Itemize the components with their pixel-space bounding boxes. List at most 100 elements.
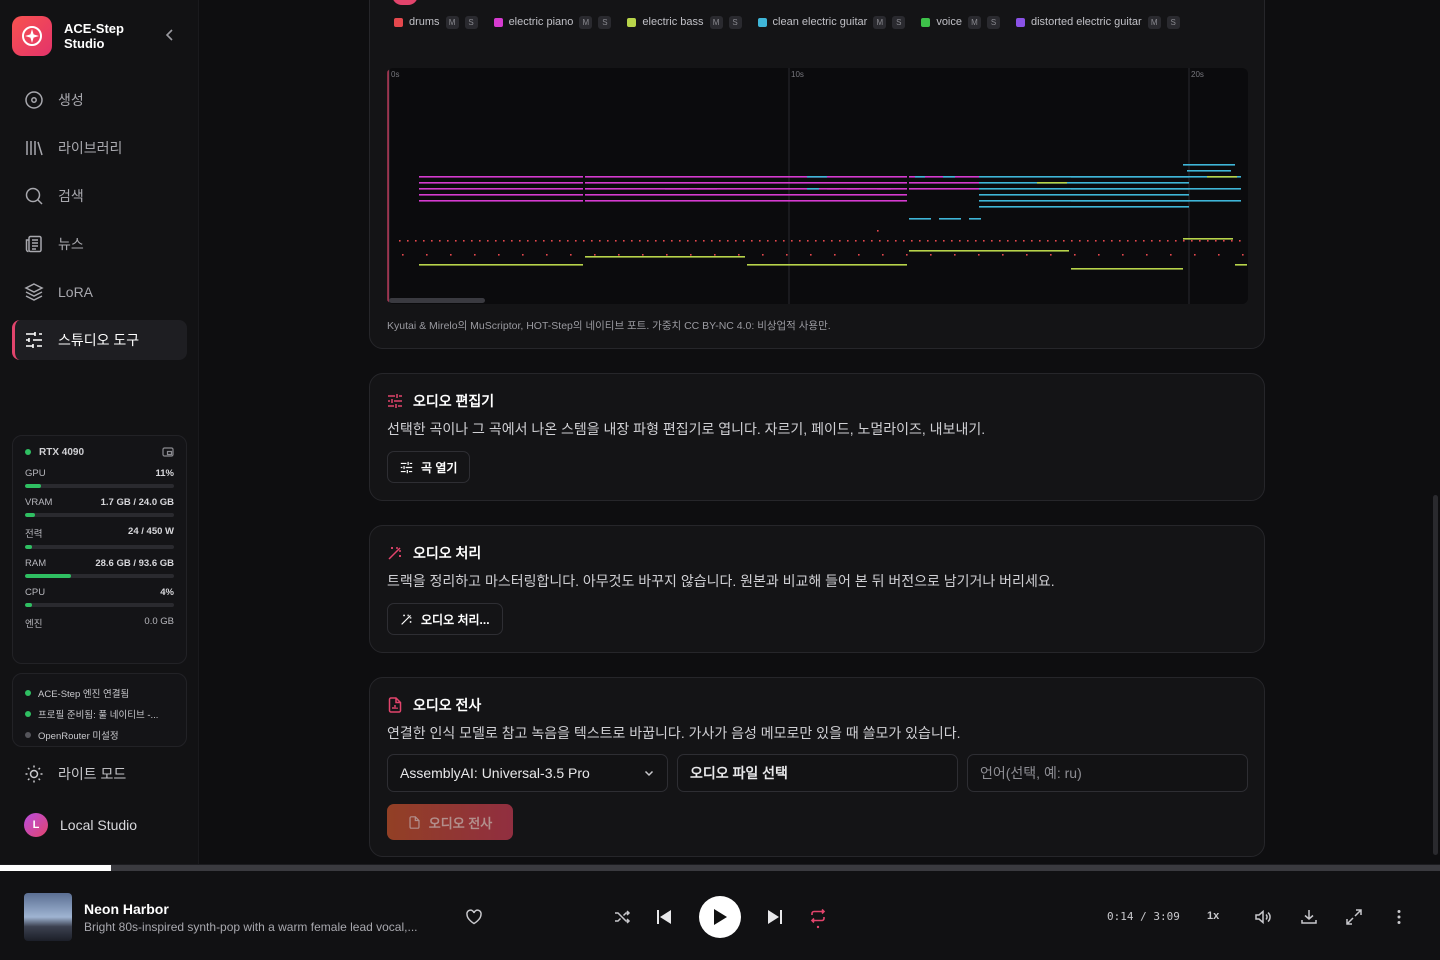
- mute-button[interactable]: M: [873, 15, 887, 29]
- model-select[interactable]: AssemblyAI: Universal-3.5 Pro: [387, 754, 668, 792]
- drum-hit: [671, 240, 673, 242]
- audio-file-button[interactable]: 오디오 파일 선택: [677, 754, 958, 792]
- drum-hit: [935, 240, 937, 242]
- drum-hit: [975, 240, 977, 242]
- drum-hit: [759, 240, 761, 242]
- drum-hit: [1002, 254, 1004, 256]
- drum-hit: [1151, 240, 1153, 242]
- drum-hit: [543, 240, 545, 242]
- stat-label: GPU: [25, 468, 46, 479]
- gpu-header: RTX 4090: [25, 446, 174, 458]
- next-icon[interactable]: [765, 907, 785, 927]
- mute-button[interactable]: M: [579, 15, 593, 29]
- drum-hit: [959, 240, 961, 242]
- solo-button[interactable]: S: [892, 15, 906, 29]
- previous-icon[interactable]: [654, 907, 674, 927]
- open-song-button[interactable]: 곡 열기: [387, 451, 471, 483]
- process-audio-button[interactable]: 오디오 처리...: [387, 603, 503, 635]
- language-input[interactable]: 언어(선택, 예: ru): [967, 754, 1248, 792]
- drum-hit: [575, 240, 577, 242]
- nav-item-news[interactable]: 뉴스: [12, 224, 187, 264]
- drum-hit: [1146, 254, 1148, 256]
- stat-value: 0.0 GB: [144, 616, 174, 627]
- album-art[interactable]: [24, 893, 72, 941]
- nav-label: 뉴스: [58, 236, 84, 252]
- solo-button[interactable]: S: [464, 15, 478, 29]
- stat-value: 4%: [160, 587, 174, 598]
- drum-hit: [834, 254, 836, 256]
- play-button[interactable]: [699, 896, 741, 938]
- stat-label: VRAM: [25, 497, 53, 508]
- heart-icon[interactable]: [465, 908, 483, 926]
- light-mode-toggle[interactable]: 라이트 모드: [24, 764, 126, 784]
- drum-hit: [535, 240, 537, 242]
- drum-hit: [1119, 240, 1121, 242]
- solo-button[interactable]: S: [598, 15, 612, 29]
- track-title[interactable]: Neon Harbor: [84, 901, 169, 917]
- drum-hit: [426, 254, 428, 256]
- page-scrollbar[interactable]: [1433, 495, 1438, 855]
- status-text: 프로필 준비됨: 풀 네이티브 -...: [38, 709, 159, 721]
- mute-button[interactable]: M: [1147, 15, 1161, 29]
- piano-note: [585, 200, 747, 202]
- bass-note: [909, 250, 1069, 252]
- playback-progress[interactable]: [0, 865, 1440, 871]
- drum-hit: [1111, 240, 1113, 242]
- nav-item-search[interactable]: 검색: [12, 176, 187, 216]
- drum-hit: [1135, 240, 1137, 242]
- piano-note: [747, 182, 907, 184]
- drum-hit: [767, 240, 769, 242]
- drum-hit: [839, 240, 841, 242]
- avatar: L: [24, 813, 48, 837]
- button-label: 오디오 파일 선택: [690, 765, 788, 781]
- drum-hit: [775, 240, 777, 242]
- drum-hit: [1039, 240, 1041, 242]
- more-icon[interactable]: [1390, 908, 1408, 926]
- expand-icon[interactable]: [1345, 908, 1363, 926]
- track-color-swatch: [394, 17, 403, 27]
- drum-hit: [882, 254, 884, 256]
- download-icon[interactable]: [1300, 908, 1318, 926]
- guitar-note: [1071, 200, 1241, 202]
- transcribe-button[interactable]: 오디오 전사: [387, 804, 513, 840]
- drum-hit: [1170, 254, 1172, 256]
- brand[interactable]: ACE-Step Studio: [12, 16, 124, 56]
- volume-icon[interactable]: [1254, 908, 1272, 926]
- drum-hit: [930, 254, 932, 256]
- track-color-swatch: [921, 17, 931, 27]
- status-profile: 프로필 준비됨: 풀 네이티브 -...: [25, 703, 174, 724]
- collapse-sidebar-icon[interactable]: [163, 28, 177, 42]
- bass-note: [1207, 176, 1237, 178]
- card-title-text: 오디오 전사: [413, 697, 482, 713]
- solo-button[interactable]: S: [987, 15, 1000, 29]
- shuffle-icon[interactable]: [613, 908, 631, 926]
- solo-button[interactable]: S: [728, 15, 742, 29]
- piano-note: [697, 188, 717, 190]
- online-dot: [25, 449, 31, 455]
- window-icon[interactable]: [162, 446, 174, 458]
- guitar-note: [979, 194, 1189, 196]
- nav-item-generate[interactable]: 생성: [12, 80, 187, 120]
- repeat-icon[interactable]: [809, 907, 827, 929]
- piano-note: [585, 194, 747, 196]
- mute-button[interactable]: M: [445, 15, 459, 29]
- nav-item-studio-tools[interactable]: 스튜디오 도구: [12, 320, 187, 360]
- drum-hit: [895, 240, 897, 242]
- stat-bar: [25, 603, 174, 607]
- drum-hit: [591, 240, 593, 242]
- drum-hit: [690, 254, 692, 256]
- drum-hit: [714, 254, 716, 256]
- mute-button[interactable]: M: [968, 15, 981, 29]
- nav-item-lora[interactable]: LoRA: [12, 272, 187, 312]
- drum-hit: [570, 254, 572, 256]
- guitar-note: [909, 218, 931, 220]
- bass-note: [1071, 268, 1183, 270]
- stat-label: 전력: [25, 529, 43, 540]
- piano-roll[interactable]: 0s 10s 20s: [387, 68, 1248, 304]
- nav-item-library[interactable]: 라이브러리: [12, 128, 187, 168]
- mute-button[interactable]: M: [709, 15, 723, 29]
- user-profile[interactable]: L Local Studio: [24, 813, 137, 837]
- solo-button[interactable]: S: [1166, 15, 1180, 29]
- stat-power: 전력 24 / 450 W: [25, 526, 174, 549]
- speed-button[interactable]: 1x: [1207, 910, 1219, 922]
